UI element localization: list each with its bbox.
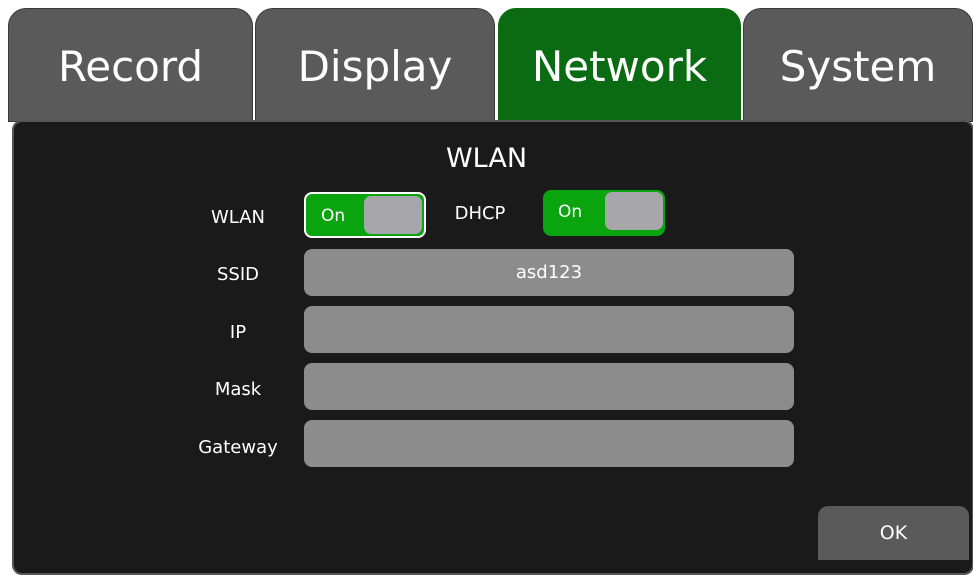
- toggle-knob: [605, 192, 663, 230]
- ssid-label: SSID: [216, 264, 260, 285]
- ip-field[interactable]: [304, 306, 794, 353]
- mask-label: Mask: [214, 379, 262, 400]
- tab-record[interactable]: Record: [8, 8, 253, 122]
- tab-label: System: [779, 42, 937, 91]
- wlan-toggle[interactable]: On: [304, 192, 426, 238]
- tab-label: Display: [297, 42, 453, 91]
- page-title: WLAN: [445, 143, 528, 174]
- tab-label: Network: [531, 42, 708, 91]
- ok-label: OK: [879, 522, 908, 544]
- dhcp-label: DHCP: [454, 203, 506, 224]
- tab-label: Record: [57, 42, 204, 91]
- ip-label: IP: [229, 322, 247, 343]
- wlan-toggle-state: On: [321, 206, 346, 226]
- tab-system[interactable]: System: [743, 8, 973, 122]
- gateway-field[interactable]: [304, 420, 794, 467]
- ssid-value: asd123: [515, 262, 583, 283]
- wlan-label: WLAN: [210, 207, 266, 228]
- tab-network[interactable]: Network: [498, 8, 741, 122]
- toggle-knob: [364, 196, 422, 234]
- ssid-field[interactable]: asd123: [304, 249, 794, 296]
- dhcp-toggle-state: On: [558, 202, 583, 222]
- ok-button[interactable]: OK: [818, 506, 969, 560]
- dhcp-toggle[interactable]: On: [543, 190, 665, 236]
- gateway-label: Gateway: [198, 437, 278, 458]
- mask-field[interactable]: [304, 363, 794, 410]
- tab-display[interactable]: Display: [255, 8, 495, 122]
